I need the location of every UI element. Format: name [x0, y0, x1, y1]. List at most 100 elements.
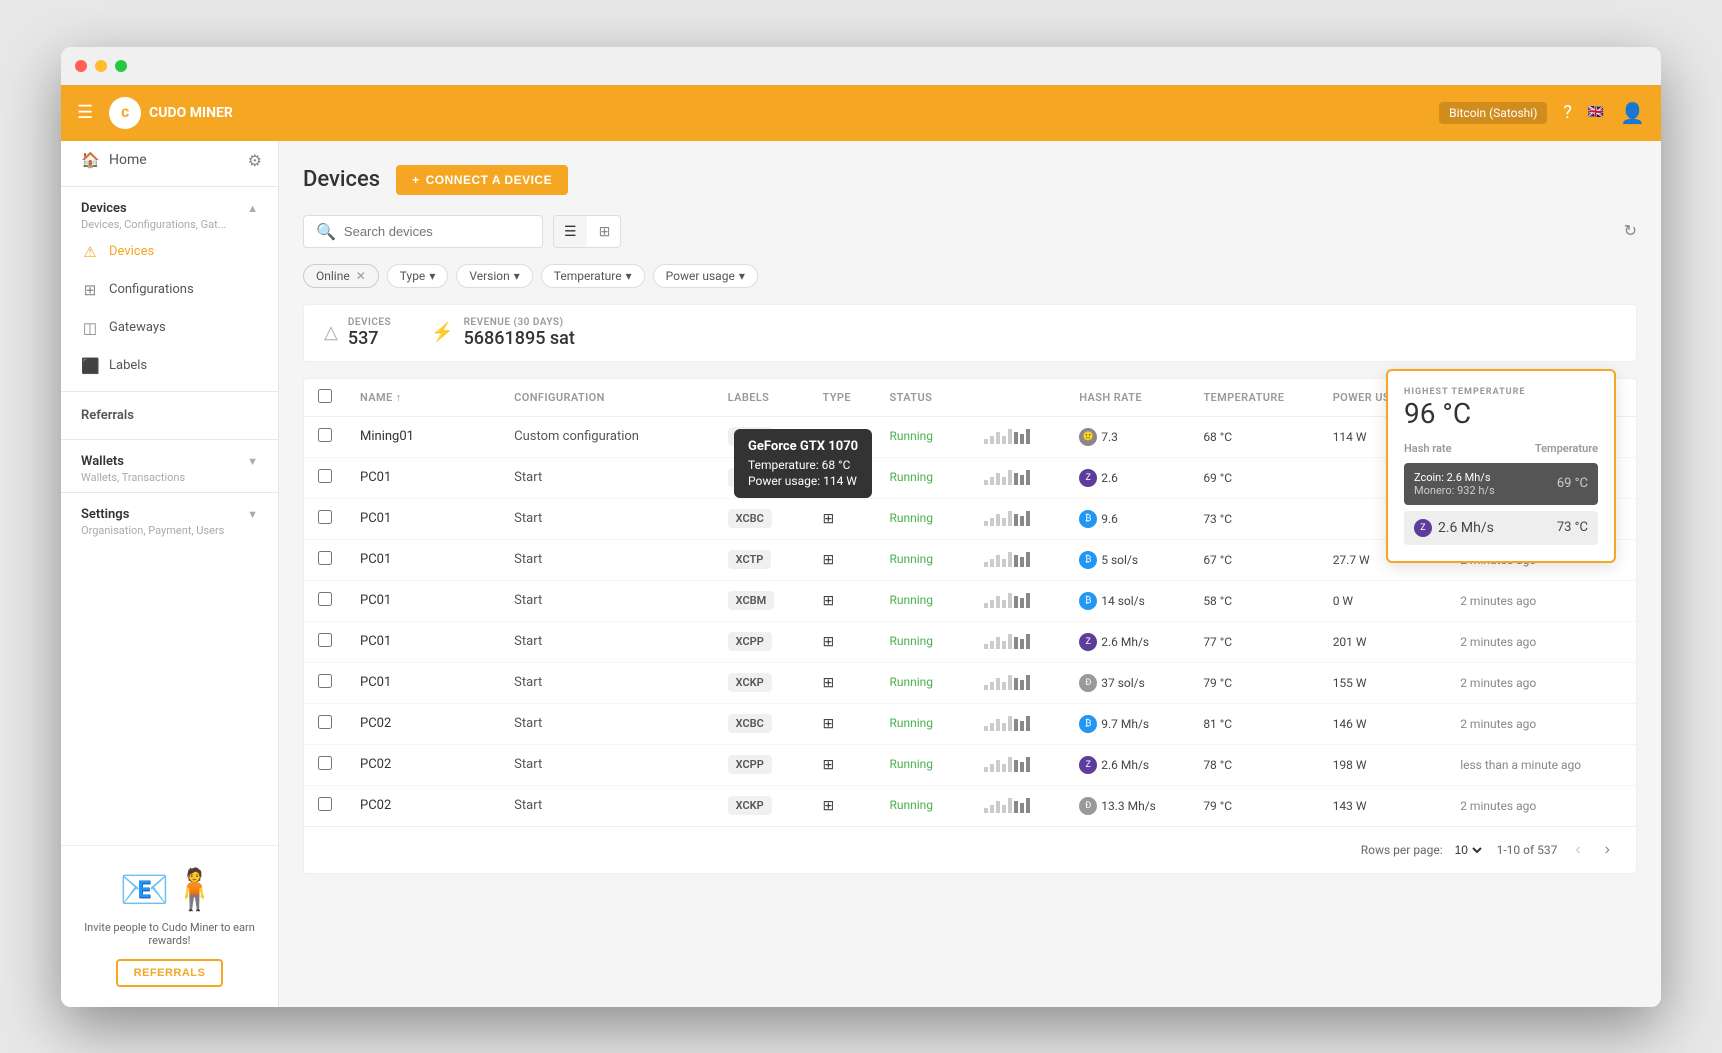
col-status: Status	[876, 379, 971, 417]
row-power: 143 W	[1319, 785, 1447, 826]
sidebar-item-referrals[interactable]: Referrals	[61, 398, 278, 433]
sidebar-item-labels[interactable]: ⬛ Labels	[61, 347, 278, 385]
row-label: XCPP	[714, 744, 809, 785]
row-status: Running	[876, 785, 971, 826]
prev-page-button[interactable]: ‹	[1569, 839, 1586, 861]
row-checkbox[interactable]	[318, 510, 332, 524]
row-hashbars	[970, 662, 1065, 703]
refresh-button[interactable]: ↻	[1624, 221, 1637, 241]
gateways-label: Gateways	[109, 320, 166, 335]
sidebar-item-gateways[interactable]: ◫ Gateways	[61, 309, 278, 347]
home-icon: 🏠	[81, 151, 99, 169]
close-dot[interactable]	[75, 60, 87, 72]
col-configuration[interactable]: Configuration	[500, 379, 713, 417]
grid-view-button[interactable]: ⊞	[589, 216, 621, 247]
sidebar-item-configurations[interactable]: ⊞ Configurations	[61, 271, 278, 309]
wallets-group-toggle[interactable]: Wallets ▼	[81, 454, 258, 469]
wallets-sub: Wallets, Transactions	[81, 471, 258, 484]
col-labels[interactable]: Labels	[714, 379, 809, 417]
row-hashrate: ₿ 9.6	[1065, 498, 1189, 539]
sidebar-item-home[interactable]: 🏠 Home	[61, 141, 167, 179]
filter-power[interactable]: Power usage ▾	[653, 264, 758, 288]
row-config: Start	[500, 744, 713, 785]
row-checkbox[interactable]	[318, 592, 332, 606]
maximize-dot[interactable]	[115, 60, 127, 72]
coin-icon: ₿	[1079, 510, 1097, 528]
flag-icon: 🇬🇧	[1588, 105, 1604, 120]
temp-card-row1: Zcoin: 2.6 Mh/s Monero: 932 h/s 69 °C	[1404, 463, 1598, 505]
minimize-dot[interactable]	[95, 60, 107, 72]
row-checkbox[interactable]	[318, 469, 332, 483]
list-view-button[interactable]: ☰	[554, 216, 587, 247]
row-checkbox[interactable]	[318, 756, 332, 770]
devices-group-toggle[interactable]: Devices ▲	[81, 201, 258, 216]
filter-type[interactable]: Type ▾	[387, 264, 449, 288]
devices-table-container: Name ↑ Configuration Labels Type Status …	[303, 378, 1637, 874]
filter-version[interactable]: Version ▾	[456, 264, 532, 288]
row-label: XCBM	[714, 580, 809, 621]
row-hashrate: 🙂 7.3	[1065, 416, 1189, 457]
row-hashrate: ₿ 14 sol/s	[1065, 580, 1189, 621]
devices-icon: ⚠	[81, 243, 99, 261]
connect-device-button[interactable]: + CONNECT A DEVICE	[396, 165, 568, 195]
row-lastseen: 2 minutes ago	[1446, 662, 1636, 703]
search-input[interactable]	[344, 224, 504, 239]
row-name: Mining01	[346, 416, 500, 457]
row-temp: 68 °C	[1189, 416, 1318, 457]
user-icon[interactable]: 👤	[1620, 101, 1645, 125]
gateways-icon: ◫	[81, 319, 99, 337]
temp-card-headers: Hash rate Temperature	[1404, 442, 1598, 455]
next-page-button[interactable]: ›	[1599, 839, 1616, 861]
row-checkbox[interactable]	[318, 674, 332, 688]
row-checkbox[interactable]	[318, 797, 332, 811]
menu-icon[interactable]: ☰	[77, 102, 93, 123]
view-toggle: ☰ ⊞	[553, 215, 621, 248]
sidebar: 🏠 Home ⚙ Devices ▲ Devices, Configuratio…	[61, 141, 279, 1007]
row-hashrate: Ð 13.3 Mh/s	[1065, 785, 1189, 826]
settings-sub: Organisation, Payment, Users	[81, 524, 258, 537]
row-type: ⊞	[809, 621, 876, 662]
settings-group-toggle[interactable]: Settings ▼	[81, 507, 258, 522]
row-type: ⊞	[809, 580, 876, 621]
row-hashrate: Z 2.6	[1065, 457, 1189, 498]
rows-per-page-select[interactable]: 10 25 50	[1451, 842, 1485, 858]
row-power: 155 W	[1319, 662, 1447, 703]
select-all-checkbox[interactable]	[318, 389, 332, 403]
row-lastseen: 2 minutes ago	[1446, 621, 1636, 662]
referrals-label: Referrals	[81, 408, 134, 423]
row-status: Running	[876, 662, 971, 703]
row-name: PC02	[346, 703, 500, 744]
coin-icon: ₿	[1079, 715, 1097, 733]
currency-badge[interactable]: Bitcoin (Satoshi)	[1439, 102, 1547, 124]
temp-card-value: 96 °C	[1404, 397, 1598, 430]
coin-icon: Ð	[1079, 797, 1097, 815]
devices-stat-icon: △	[324, 322, 338, 343]
search-box: 🔍	[303, 215, 543, 248]
help-icon[interactable]: ?	[1563, 102, 1572, 123]
settings-icon[interactable]: ⚙	[232, 141, 278, 180]
row-hashbars	[970, 621, 1065, 662]
col-type[interactable]: Type	[809, 379, 876, 417]
coin-icon: Z	[1079, 633, 1097, 651]
tooltip-temp: Temperature: 68 °C	[748, 458, 858, 472]
temp-card-row2-hash: 2.6 Mh/s	[1438, 520, 1494, 536]
col-hashrate[interactable]: Hash rate	[1065, 379, 1189, 417]
row-checkbox[interactable]	[318, 633, 332, 647]
col-temperature[interactable]: Temperature	[1189, 379, 1318, 417]
filter-online-remove[interactable]: ✕	[356, 269, 366, 283]
filter-temperature[interactable]: Temperature ▾	[541, 264, 645, 288]
row-type: ⊞	[809, 785, 876, 826]
coin-icon: Ð	[1079, 674, 1097, 692]
referral-button[interactable]: REFERRALS	[116, 959, 224, 987]
temp-card-coins: Zcoin: 2.6 Mh/s	[1414, 471, 1495, 484]
row-hashbars	[970, 744, 1065, 785]
temp-card-monero: Monero: 932 h/s	[1414, 484, 1495, 497]
row-checkbox[interactable]	[318, 551, 332, 565]
stat-revenue: ⚡ REVENUE (30 DAYS) 56861895 sat	[431, 317, 575, 349]
filter-online[interactable]: Online ✕	[303, 264, 379, 288]
col-name[interactable]: Name ↑	[346, 379, 500, 417]
row-temp: 58 °C	[1189, 580, 1318, 621]
row-checkbox[interactable]	[318, 428, 332, 442]
sidebar-item-devices[interactable]: ⚠ Devices	[61, 233, 278, 271]
row-checkbox[interactable]	[318, 715, 332, 729]
